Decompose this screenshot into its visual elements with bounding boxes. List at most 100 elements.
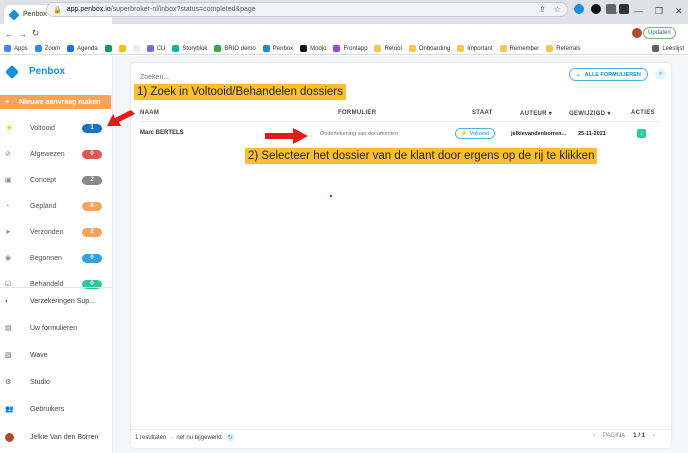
brand[interactable]: Penbox — [4, 64, 65, 79]
share-icon[interactable]: ⇪ — [539, 5, 546, 14]
sidebar-link[interactable]: 👥 Gebruikers — [0, 402, 111, 416]
bookmark-star-icon[interactable]: ☆ — [554, 5, 561, 14]
plus-icon: + — [5, 98, 10, 106]
bookmark-icon — [146, 45, 154, 52]
search-input[interactable] — [140, 71, 440, 83]
page-value: 1 / 1 — [633, 433, 645, 439]
column-header-modified[interactable]: GEWIJZIGD ▾ — [569, 110, 611, 117]
sidebar-link-label: Wave — [30, 351, 48, 359]
main-content: ⌄ ALLE FORMULIEREN ⌕ NAAM FORMULIER STAA… — [113, 56, 688, 453]
bookmark-item[interactable]: Storyblok — [172, 45, 207, 52]
bookmark-item[interactable]: CU — [146, 45, 165, 52]
bookmark-item[interactable]: Remember — [499, 45, 539, 52]
sidebar-item-label: Gepland — [30, 202, 57, 210]
play-icon: ◉ — [5, 255, 12, 262]
bookmarks-bar: Apps Zoom Agenda CU Storyblok BRIO demo Penbox… — [0, 43, 688, 55]
sidebar-link[interactable]: ⚙ Studio — [0, 375, 111, 389]
sidebar-item-concept[interactable]: ▣ Concept 2 — [0, 173, 111, 187]
sidebar-link[interactable]: ◐ Verzekeringen Sup... — [0, 294, 111, 308]
bookmark-item[interactable]: Zoom — [34, 45, 60, 52]
bookmark-icon — [132, 45, 140, 52]
sidebar-item-voltooid[interactable]: ⚡ Voltooid 1 — [0, 121, 111, 135]
bookmark-item[interactable]: Frontapp — [333, 45, 367, 52]
sidebar: Penbox + Nieuwe aanvraag maken ⚡ Voltooid… — [0, 56, 113, 453]
sidebar-item-label: Concept — [30, 176, 57, 184]
minimize-icon[interactable]: — — [634, 6, 643, 16]
close-window-icon[interactable]: ✕ — [675, 6, 683, 17]
search-icon[interactable]: ⌕ — [655, 69, 666, 80]
wave-icon: ▧ — [5, 352, 12, 359]
bookmark-label: Frontapp — [343, 45, 368, 52]
table-row[interactable]: Marc BERTELS Ondertekening van documente… — [131, 128, 671, 148]
bookmark-item[interactable]: Penbox — [262, 45, 293, 52]
bookmark-icon — [408, 45, 416, 52]
column-header-form: FORMULIER — [338, 110, 377, 116]
refresh-icon[interactable]: ↻ — [225, 433, 235, 442]
reading-list-label: Leeslijst — [662, 45, 684, 52]
arrow-step-1-icon — [107, 110, 135, 126]
extension-penbox-icon[interactable] — [574, 4, 584, 14]
profile-avatar[interactable] — [632, 28, 642, 38]
reload-icon[interactable]: ↻ — [29, 28, 42, 39]
inbox-card: ⌄ ALLE FORMULIEREN ⌕ NAAM FORMULIER STAA… — [131, 63, 671, 448]
sidebar-link[interactable]: ▤ Uw formulieren — [0, 321, 111, 335]
bookmark-item[interactable]: Agenda — [67, 45, 98, 52]
bookmark-icon — [104, 45, 112, 52]
extension-grid-icon[interactable] — [606, 4, 616, 14]
bookmark-item[interactable]: Retool — [374, 45, 402, 52]
bookmark-label: Apps — [14, 45, 28, 52]
extensions-puzzle-icon[interactable] — [619, 4, 629, 14]
bookmark-item[interactable]: Important — [457, 45, 493, 52]
bookmark-icon — [300, 45, 308, 52]
column-header-actions: ACTIES — [631, 110, 655, 116]
bookmark-icon — [118, 45, 126, 52]
reading-list-icon — [652, 45, 660, 52]
bookmark-item[interactable] — [132, 45, 140, 52]
sidebar-user[interactable]: Jelkie Van den Borren — [0, 430, 111, 444]
sidebar-item-gepland[interactable]: ◔ Gepland 0 — [0, 199, 111, 213]
sidebar-link[interactable]: ▧ Wave — [0, 348, 111, 362]
forward-icon[interactable]: → — [16, 29, 29, 39]
sidebar-item-begonnen[interactable]: ◉ Begonnen 0 — [0, 251, 111, 265]
new-request-button[interactable]: + Nieuwe aanvraag maken — [0, 95, 111, 109]
column-header-status[interactable]: STAAT — [472, 110, 493, 116]
count-badge: 2 — [82, 227, 102, 237]
download-icon[interactable]: ↓ — [637, 129, 646, 138]
prev-page-icon[interactable]: ‹ — [593, 433, 595, 439]
back-icon[interactable]: ← — [3, 29, 16, 39]
next-page-icon[interactable]: › — [653, 433, 655, 439]
bookmark-item[interactable]: BRIO demo — [214, 45, 256, 52]
bookmark-item[interactable]: Onboarding — [408, 45, 450, 52]
bookmark-item[interactable]: Apps — [4, 45, 28, 52]
column-header-name[interactable]: NAAM — [140, 110, 159, 116]
bookmark-item[interactable] — [104, 45, 112, 52]
bookmark-item[interactable]: Modjo — [300, 45, 326, 52]
all-forms-button[interactable]: ⌄ ALLE FORMULIEREN — [569, 68, 648, 81]
page-label: PAGINA — [603, 433, 626, 439]
extension-dark-icon[interactable] — [591, 4, 601, 14]
reading-list[interactable]: Leeslijst — [652, 45, 684, 52]
browser-toolbar: ← → ↻ — [0, 24, 688, 43]
count-badge: 0 — [82, 201, 102, 211]
sidebar-item-verzonden[interactable]: ➤ Verzonden 2 — [0, 225, 111, 239]
bookmark-icon — [374, 45, 382, 52]
penbox-logo-icon — [4, 64, 20, 79]
bookmark-label: Important — [467, 45, 493, 52]
bookmark-item[interactable] — [118, 45, 126, 52]
bookmark-icon — [499, 45, 507, 52]
bookmark-icon — [546, 45, 554, 52]
sidebar-item-afgewezen[interactable]: ⊘ Afgewezen 0 — [0, 147, 111, 161]
restore-icon[interactable]: ❐ — [655, 6, 663, 17]
bookmark-label: Modjo — [310, 45, 327, 52]
sidebar-divider — [0, 287, 113, 288]
save-icon: ▣ — [5, 177, 12, 184]
results-count: 1 resultaten — [135, 434, 167, 441]
bookmark-label: Referrals — [556, 45, 581, 52]
column-header-author[interactable]: AUTEUR ▾ — [520, 110, 552, 117]
bookmark-item[interactable]: Referrals — [546, 45, 581, 52]
sidebar-item-behandeld[interactable]: ☑ Behandeld 0 — [0, 277, 111, 291]
sidebar-link-label: Uw formulieren — [30, 324, 78, 332]
address-bar[interactable]: 🔒 app.penbox.io/superbroker-nl/inbox?sta… — [46, 2, 568, 17]
sidebar-item-label: Voltooid — [30, 124, 55, 132]
update-browser-button[interactable]: Updaten — [643, 27, 676, 39]
